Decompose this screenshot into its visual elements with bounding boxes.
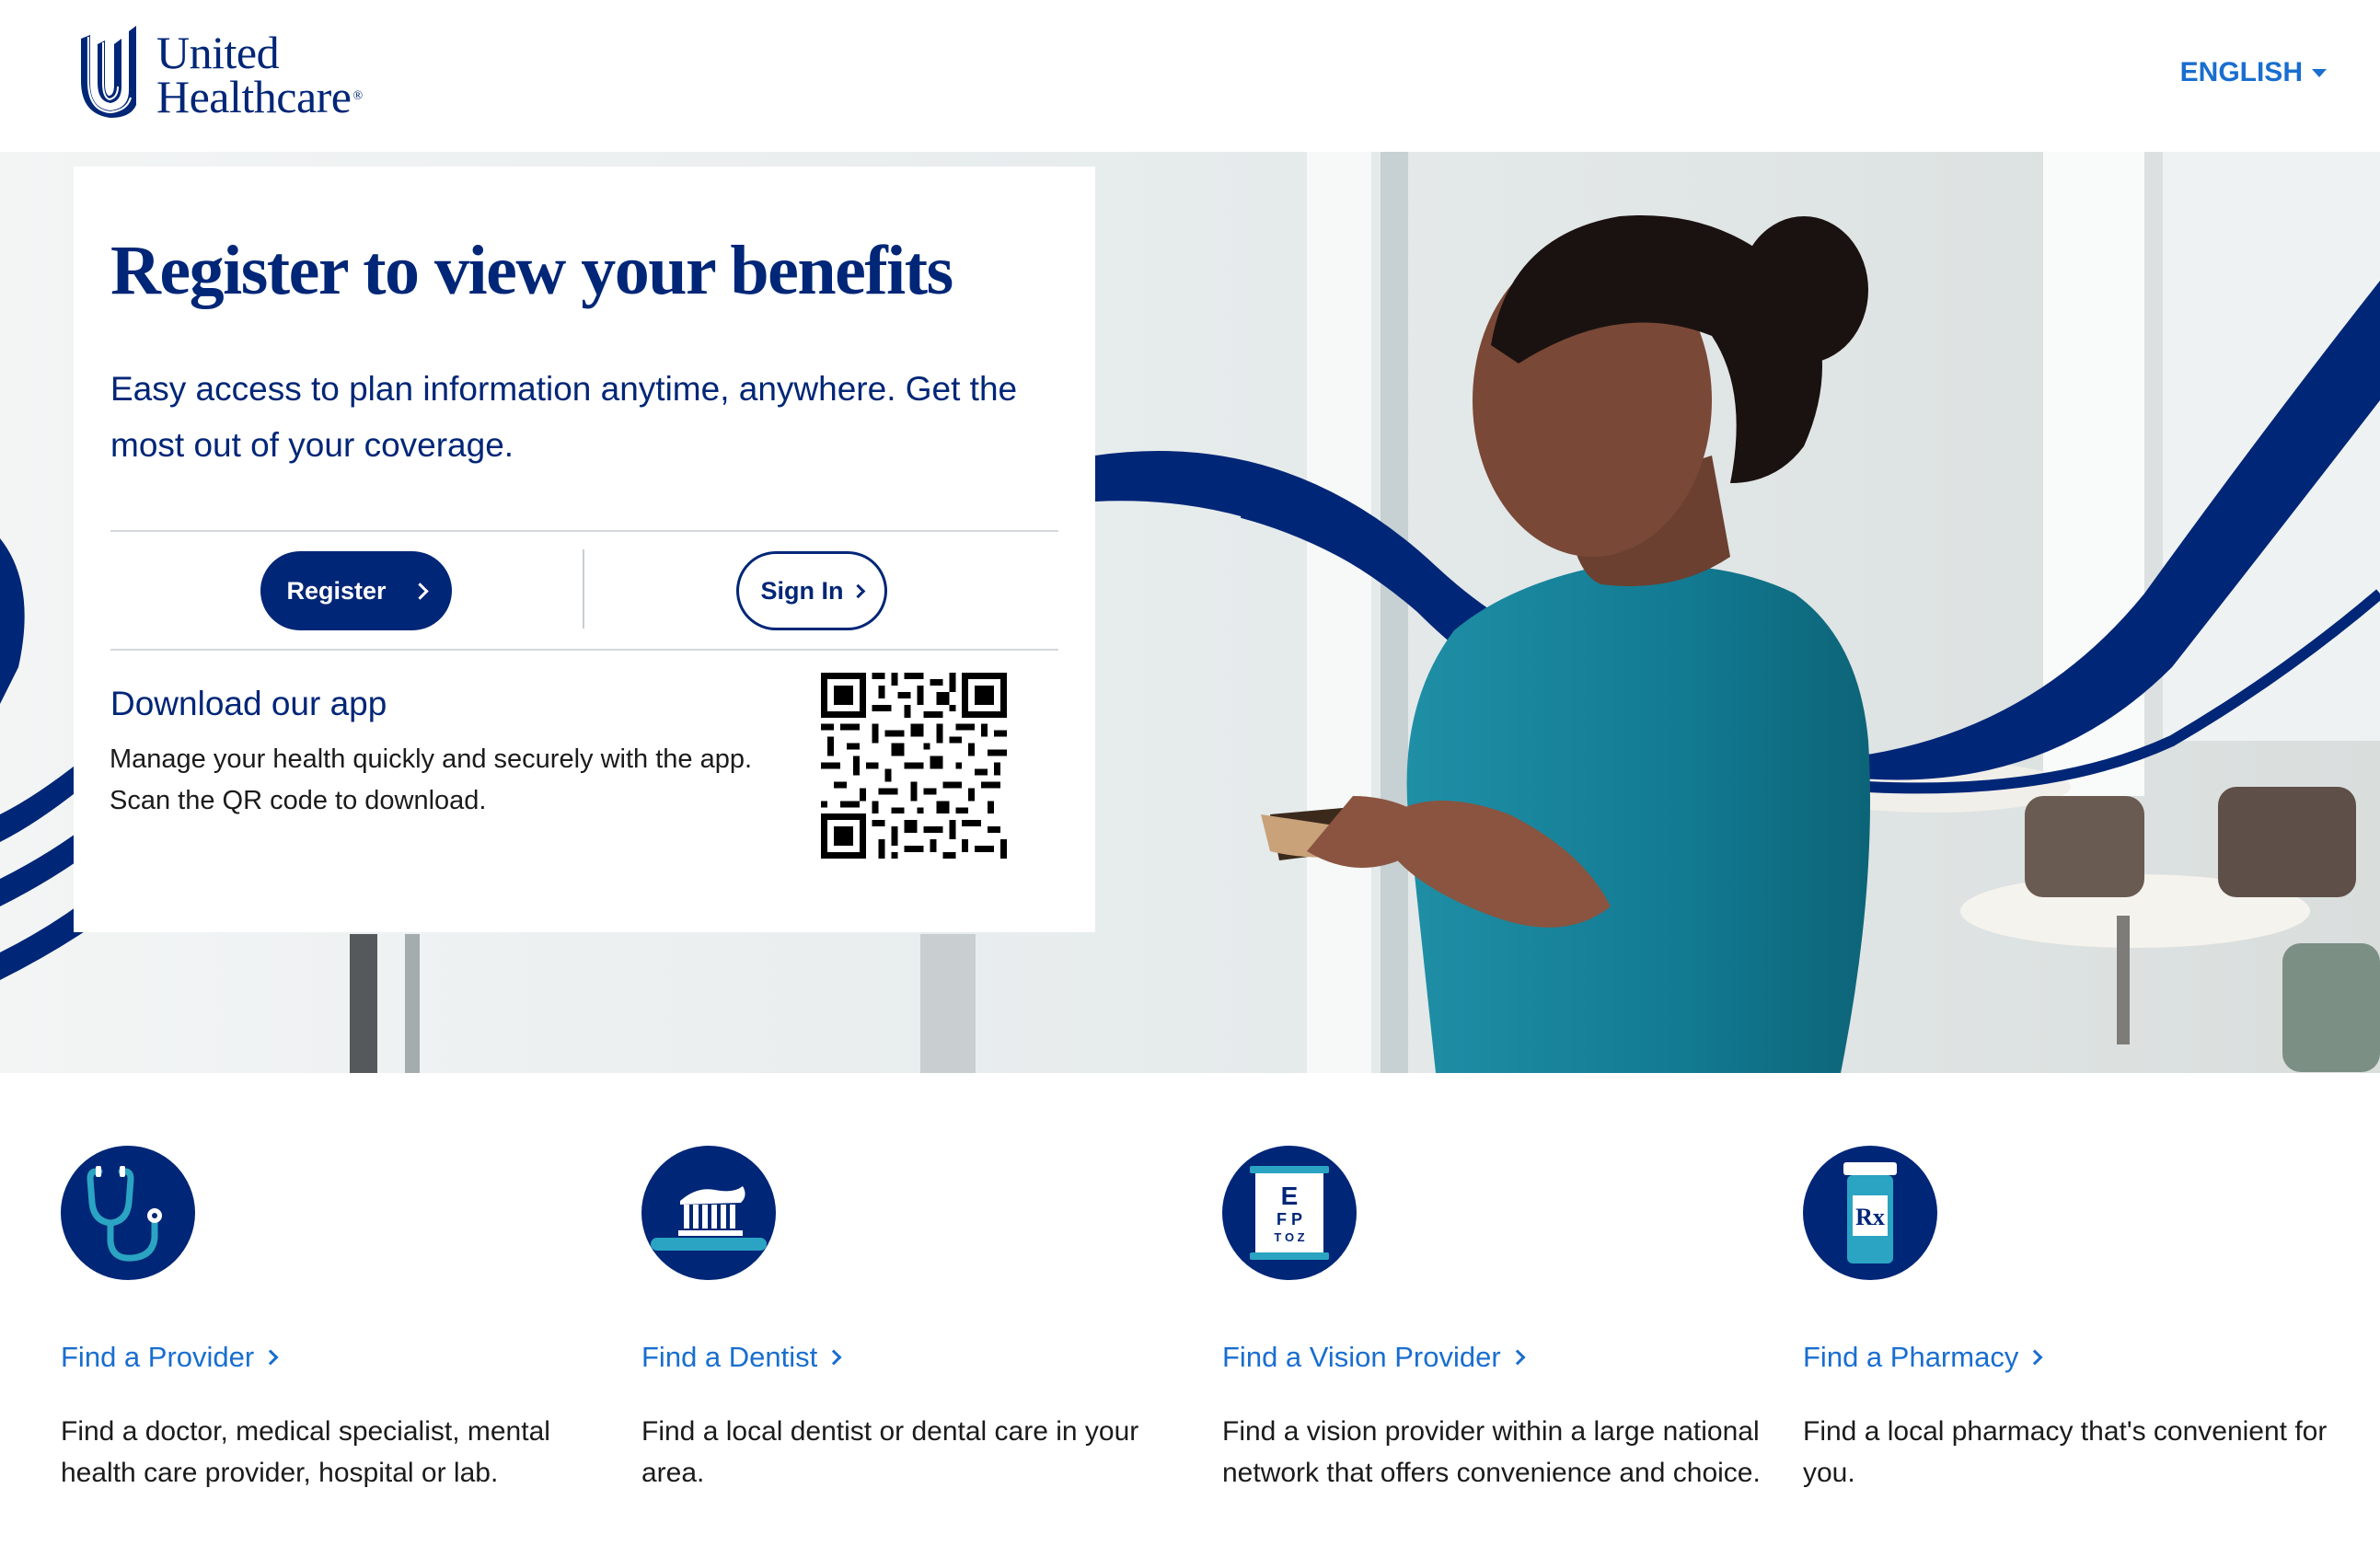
- find-dentist-label: Find a Dentist: [641, 1341, 818, 1373]
- chevron-right-icon: [826, 1349, 842, 1366]
- registered-mark-icon: ®: [352, 89, 364, 103]
- unitedhealthcare-logo[interactable]: United Healthcare ®: [79, 26, 363, 123]
- find-vision-provider-label: Find a Vision Provider: [1222, 1341, 1501, 1373]
- find-provider-link[interactable]: Find a Provider: [61, 1341, 279, 1374]
- language-selector[interactable]: ENGLISH: [2180, 57, 2327, 88]
- pill-bottle-icon: Rx: [1803, 1146, 1937, 1280]
- chevron-right-icon: [850, 583, 865, 598]
- find-vision-provider-link[interactable]: Find a Vision Provider: [1222, 1341, 1526, 1374]
- find-provider-label: Find a Provider: [61, 1341, 255, 1373]
- logo-line-2: Healthcare ®: [156, 74, 364, 120]
- uhc-logo-mark-icon: [81, 26, 136, 118]
- eye-chart-row-3: T O Z: [1274, 1230, 1304, 1244]
- logo-line-1: United: [156, 27, 280, 78]
- hero-title: Register to view your benefits: [110, 232, 953, 309]
- download-app-text-line-1: Manage your health quickly and securely …: [110, 744, 753, 774]
- chevron-right-icon: [410, 582, 429, 600]
- chevron-right-icon: [1509, 1349, 1526, 1366]
- download-app-text: Manage your health quickly and securely …: [110, 739, 827, 822]
- chevron-right-icon: [2027, 1349, 2043, 1366]
- sign-in-button-label: Sign In: [760, 576, 844, 605]
- caret-down-icon: [2312, 68, 2327, 77]
- find-dentist-description: Find a local dentist or dental care in y…: [641, 1416, 1139, 1488]
- eye-chart-row-2: F P: [1277, 1210, 1302, 1229]
- download-app-title: Download our app: [110, 685, 387, 722]
- find-pharmacy-description: Find a local pharmacy that's convenient …: [1803, 1416, 2328, 1488]
- register-button-label: Register: [286, 576, 387, 605]
- divider-top: [110, 530, 1058, 532]
- logo-line-2-text: Healthcare: [156, 71, 352, 122]
- hero-section: Register to view your benefits Easy acce…: [0, 152, 2380, 1073]
- site-header: United Healthcare ® ENGLISH: [0, 0, 2380, 152]
- register-button[interactable]: Register: [260, 551, 452, 630]
- toothbrush-icon: [641, 1146, 776, 1280]
- button-divider: [583, 549, 584, 629]
- find-provider-description: Find a doctor, medical specialist, menta…: [61, 1416, 550, 1488]
- stethoscope-icon: [61, 1146, 195, 1280]
- find-vision-provider-description: Find a vision provider within a large na…: [1222, 1416, 1761, 1488]
- divider-bottom: [110, 649, 1058, 651]
- chevron-right-icon: [262, 1349, 279, 1366]
- logo-wordmark: United Healthcare ®: [156, 27, 364, 120]
- register-card: Register to view your benefits Easy acce…: [74, 167, 1095, 932]
- eye-chart-icon: E F P T O Z: [1222, 1146, 1357, 1280]
- find-pharmacy-label: Find a Pharmacy: [1803, 1341, 2019, 1373]
- language-label: ENGLISH: [2179, 57, 2303, 87]
- rx-label: Rx: [1855, 1204, 1885, 1230]
- eye-chart-row-1: E: [1281, 1182, 1299, 1210]
- hero-subtitle: Easy access to plan information anytime,…: [110, 370, 1018, 464]
- find-dentist-link[interactable]: Find a Dentist: [641, 1341, 842, 1374]
- sign-in-button[interactable]: Sign In: [736, 551, 887, 630]
- qr-code-icon: [821, 673, 1007, 859]
- find-pharmacy-link[interactable]: Find a Pharmacy: [1803, 1341, 2043, 1374]
- download-app-text-line-2: Scan the QR code to download.: [110, 786, 487, 815]
